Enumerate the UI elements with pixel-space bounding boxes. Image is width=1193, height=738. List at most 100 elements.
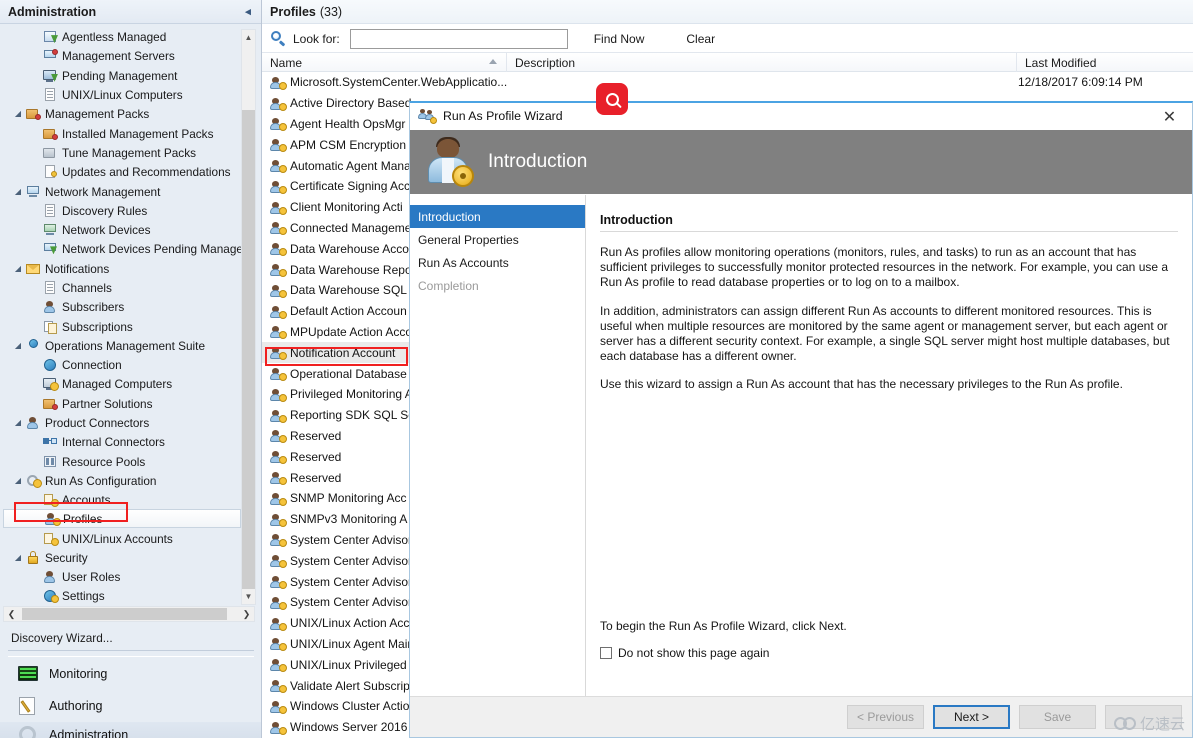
tree-item-run-as-configuration[interactable]: ◢ Run As Configuration [3, 471, 241, 490]
tree-item-accounts[interactable]: Accounts [3, 490, 241, 509]
find-now-button[interactable]: Find Now [594, 32, 645, 46]
scroll-right-arrow-icon[interactable]: ❯ [239, 607, 254, 621]
tree-item-network-devices-pending-management[interactable]: Network Devices Pending Management [3, 239, 255, 258]
tree-item-connection[interactable]: Connection [3, 355, 241, 374]
column-header-description[interactable]: Description [506, 53, 1016, 72]
tree-item-internal-connectors[interactable]: Internal Connectors [3, 432, 241, 451]
tree-item-label: Network Devices Pending Management [62, 242, 255, 257]
scroll-up-arrow-icon[interactable]: ▲ [242, 30, 255, 45]
column-header-name[interactable]: Name [262, 53, 506, 72]
tree-item-pending-management[interactable]: Pending Management [3, 66, 241, 85]
tree-vertical-scrollbar[interactable]: ▲ ▼ [241, 29, 256, 605]
tree-item-label: UNIX/Linux Accounts [62, 531, 173, 546]
wizard-title-bar[interactable]: Run As Profile Wizard ✕ [410, 103, 1192, 130]
column-header-last-modified[interactable]: Last Modified [1016, 53, 1193, 72]
internal-connectors-icon [42, 434, 59, 449]
tree-item-label: Subscribers [62, 300, 125, 315]
results-title: Profiles [270, 4, 316, 19]
profile-icon [268, 220, 287, 236]
tree-item-resource-pools[interactable]: Resource Pools [3, 452, 241, 471]
wizard-footer: < Previous Next > Save [410, 696, 1192, 737]
scroll-down-arrow-icon[interactable]: ▼ [242, 589, 255, 604]
tree-item-discovery-rules[interactable]: Discovery Rules [3, 201, 241, 220]
wizard-title: Run As Profile Wizard [443, 109, 563, 123]
run-as-profile-icon [418, 108, 437, 124]
tree-item-network-devices[interactable]: Network Devices [3, 220, 241, 239]
expander-collapse-icon[interactable]: ◢ [11, 553, 25, 562]
expander-collapse-icon[interactable]: ◢ [11, 341, 25, 350]
tree-item-network-management[interactable]: ◢ Network Management [3, 181, 241, 200]
do-not-show-again-row[interactable]: Do not show this page again [600, 646, 769, 660]
profile-icon [268, 137, 287, 153]
expander-collapse-icon[interactable]: ◢ [11, 109, 25, 118]
clear-button[interactable]: Clear [686, 32, 715, 46]
nav-button-authoring[interactable]: Authoring [0, 691, 261, 721]
scroll-left-arrow-icon[interactable]: ❮ [4, 607, 19, 621]
navigation-pane-header: Administration ◂ [0, 0, 261, 24]
tree-item-label: Product Connectors [45, 416, 150, 431]
tree-horizontal-scrollbar[interactable]: ❮ ❯ [3, 606, 255, 622]
expander-collapse-icon[interactable]: ◢ [11, 264, 25, 273]
discovery-wizard-link[interactable]: Discovery Wizard... [0, 626, 261, 650]
tree-item-security[interactable]: ◢ Security [3, 548, 241, 567]
document-icon [42, 164, 59, 179]
tree-item-label: Profiles [63, 512, 103, 527]
tree-item-product-connectors[interactable]: ◢ Product Connectors [3, 413, 241, 432]
tree-hscroll-thumb[interactable] [22, 608, 227, 620]
results-pane-header: Profiles (33) [262, 0, 1193, 24]
nav-splitter[interactable] [8, 650, 254, 657]
tree-item-label: Settings [62, 589, 105, 604]
next-button[interactable]: Next > [933, 705, 1010, 729]
tree-item-subscriptions[interactable]: Subscriptions [3, 316, 241, 335]
nav-button-monitoring[interactable]: Monitoring [0, 659, 261, 689]
pending-management-icon [42, 68, 59, 83]
tree-item-channels[interactable]: Channels [3, 278, 241, 297]
tree-item-profiles[interactable]: Profiles [3, 509, 241, 529]
do-not-show-again-checkbox[interactable] [600, 647, 612, 659]
profile-icon [268, 179, 287, 194]
wizard-step-introduction[interactable]: Introduction [410, 205, 585, 228]
discovery-rules-icon [42, 203, 59, 218]
look-for-label: Look for: [293, 31, 340, 46]
wizard-step-run-as-accounts[interactable]: Run As Accounts [410, 251, 585, 274]
tree-item-label: Management Packs [45, 107, 150, 122]
tree-item-managed-computers[interactable]: Managed Computers [3, 374, 241, 393]
column-label: Last Modified [1025, 55, 1097, 70]
expander-collapse-icon[interactable]: ◢ [11, 187, 25, 196]
tree-item-subscribers[interactable]: Subscribers [3, 297, 241, 316]
wizard-step-nav[interactable]: Introduction General Properties Run As A… [410, 195, 586, 699]
profile-icon [268, 116, 287, 132]
tree-item-label: Connection [62, 358, 122, 373]
tree-item-label: Run As Configuration [45, 473, 157, 488]
tree-scroll-thumb[interactable] [242, 110, 255, 600]
profile-icon [268, 595, 287, 610]
tree-item-tune-management-packs[interactable]: Tune Management Packs [3, 143, 241, 162]
tree-item-unix-linux-computers[interactable]: UNIX/Linux Computers [3, 85, 241, 104]
tree-item-settings[interactable]: Settings [3, 586, 241, 605]
chevron-left-icon[interactable]: ◂ [241, 4, 255, 20]
wizard-paragraph-3: Use this wizard to assign a Run As accou… [600, 377, 1123, 392]
lock-icon [25, 550, 42, 565]
nav-button-administration[interactable]: Administration [0, 722, 261, 738]
wizard-step-general-properties[interactable]: General Properties [410, 228, 585, 251]
table-row[interactable]: Microsoft.SystemCenter.WebApplicatio... 1… [262, 72, 1193, 93]
expander-collapse-icon[interactable]: ◢ [11, 418, 25, 427]
close-icon[interactable]: ✕ [1147, 103, 1192, 130]
tree-item-management-servers[interactable]: Management Servers [3, 46, 241, 65]
tree-item-management-packs[interactable]: ◢ Management Packs [3, 104, 241, 123]
expander-collapse-icon[interactable]: ◢ [11, 476, 25, 485]
tree-item-partner-solutions[interactable]: Partner Solutions [3, 394, 241, 413]
profile-icon [268, 616, 287, 631]
tree-item-label: Tune Management Packs [62, 145, 196, 160]
tree-item-notifications[interactable]: ◢ Notifications [3, 259, 241, 278]
tree-item-installed-management-packs[interactable]: Installed Management Packs [3, 123, 241, 142]
save-button: Save [1019, 705, 1096, 729]
search-input[interactable] [349, 28, 568, 49]
tree-item-updates-and-recommendations[interactable]: Updates and Recommendations [3, 162, 241, 181]
administration-tree[interactable]: Agentless Managed Management Servers Pendi… [3, 27, 255, 605]
tree-item-agentless-managed[interactable]: Agentless Managed [3, 27, 241, 46]
tree-item-unix-linux-accounts[interactable]: UNIX/Linux Accounts [3, 528, 241, 547]
tree-item-operations-management-suite[interactable]: ◢ Operations Management Suite [3, 336, 241, 355]
navigation-pane: Administration ◂ Agentless Managed Manage… [0, 0, 262, 738]
tree-item-user-roles[interactable]: User Roles [3, 567, 241, 586]
